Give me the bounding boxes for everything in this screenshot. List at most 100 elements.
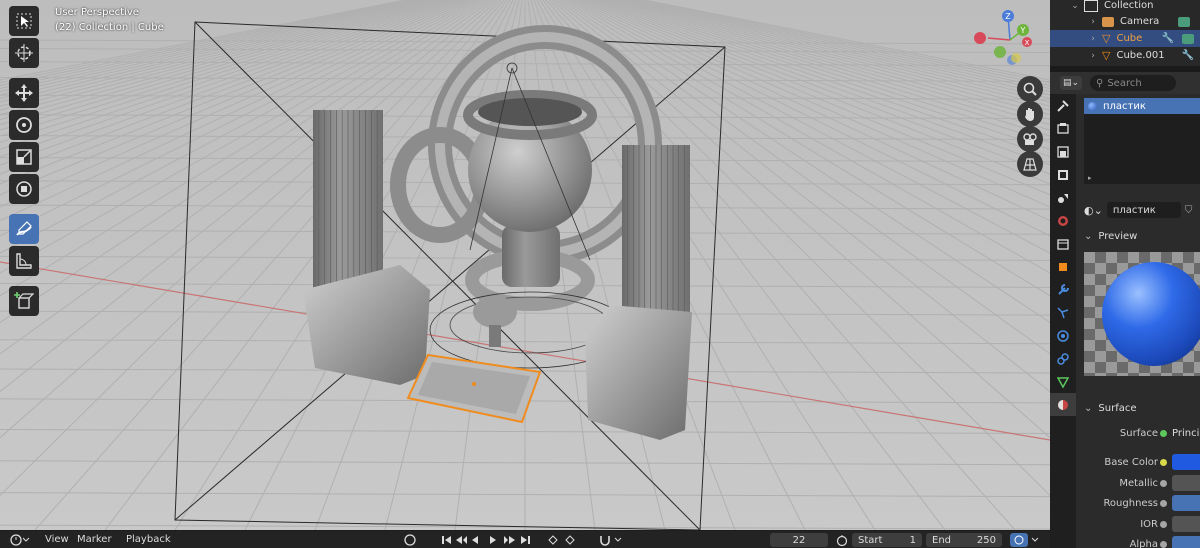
material-slot-label: пластик (1103, 100, 1146, 112)
cursor-tool[interactable] (9, 38, 39, 68)
rotate-icon (16, 117, 32, 133)
tab-material[interactable] (1050, 393, 1076, 416)
view-layer-icon (1010, 532, 1039, 547)
tab-collection[interactable] (1050, 232, 1076, 255)
measure-tool[interactable] (9, 246, 39, 276)
ior-field[interactable]: 1 (1172, 516, 1200, 532)
tab-view-layer[interactable] (1050, 163, 1076, 186)
surface-shader-row: Surface Princip (1078, 423, 1200, 443)
physics-icon (1057, 329, 1069, 342)
mesh-object-icon: ▽ (1102, 49, 1111, 62)
camera-object-icon (1102, 16, 1114, 27)
mesh-object-icon: ▽ (1102, 32, 1111, 45)
3d-viewport[interactable]: User Perspective (22) Collection | Cube … (0, 0, 1050, 530)
scale-icon (16, 149, 32, 165)
zoom-button[interactable] (1017, 76, 1043, 102)
scale-tool[interactable] (9, 142, 39, 172)
add-cube-tool[interactable] (9, 286, 39, 316)
current-frame-field[interactable]: 22 (770, 533, 828, 547)
fake-user-shield-icon[interactable]: ⛉ (1185, 205, 1193, 216)
rotate-tool[interactable] (9, 110, 39, 140)
constraints-icon (1057, 352, 1069, 365)
tab-scene[interactable] (1050, 186, 1076, 209)
keyframe-buttons[interactable] (546, 531, 580, 548)
tab-tool[interactable] (1050, 94, 1076, 117)
surface-panel-header[interactable]: ⌄ Surface (1078, 398, 1200, 418)
outliner-item-cube[interactable]: › ▽ Cube 🔧 (1050, 30, 1200, 47)
keyframe-icon (548, 534, 575, 545)
alpha-row: Alpha 1 (1078, 534, 1200, 548)
outliner-item-cube001[interactable]: › ▽ Cube.001 🔧 (1050, 47, 1200, 64)
cursor-icon (15, 44, 33, 62)
object-icon (1059, 262, 1067, 271)
base-color-swatch[interactable] (1172, 454, 1200, 470)
measure-icon (16, 253, 32, 269)
timeline-bar: View Marker Playback 22 Start 1 End 250 (0, 531, 1050, 548)
record-icon (404, 533, 416, 546)
preview-title: Preview (1098, 230, 1138, 242)
transform-tool[interactable] (9, 174, 39, 204)
editor-type-right[interactable] (1010, 531, 1040, 548)
surface-shader-value[interactable]: Princip (1172, 428, 1200, 439)
clock-icon (10, 533, 30, 546)
annotate-tool[interactable] (9, 214, 39, 244)
outliner-root-label: Collection (1104, 0, 1154, 11)
surface-title: Surface (1098, 402, 1137, 414)
tab-modifiers[interactable] (1050, 278, 1076, 301)
editor-type-dropdown[interactable]: ▤⌄ (1060, 76, 1082, 90)
camera-view-button[interactable] (1017, 126, 1043, 152)
keying-toggle[interactable] (403, 531, 417, 548)
metallic-field[interactable]: 0 (1172, 475, 1200, 491)
end-frame-field[interactable]: End 250 (926, 533, 1002, 547)
select-box-tool[interactable] (9, 6, 39, 36)
ior-label: IOR (1140, 518, 1158, 530)
gizmo-x-label: X (1025, 39, 1030, 47)
move-tool[interactable] (9, 78, 39, 108)
playback-controls[interactable] (442, 531, 538, 548)
tab-physics[interactable] (1050, 324, 1076, 347)
view-menu[interactable]: View (45, 531, 69, 548)
properties-header: ▤⌄ ⚲ Search (1050, 72, 1200, 94)
auto-keying-button[interactable] (598, 531, 624, 548)
mesh-data-icon (1056, 376, 1070, 389)
pan-button[interactable] (1017, 101, 1043, 127)
editor-type-button[interactable] (10, 531, 30, 548)
ortho-toggle-button[interactable] (1017, 151, 1043, 177)
start-frame-field[interactable]: Start 1 (852, 533, 922, 547)
roughness-field[interactable]: 0 (1172, 495, 1200, 511)
collection-icon (1084, 0, 1098, 12)
outliner-collection-row[interactable]: ⌄ Collection (1050, 0, 1200, 14)
tab-render[interactable] (1050, 117, 1076, 140)
outliner-item-camera[interactable]: › Camera (1050, 13, 1200, 30)
chevron-down-icon: ⌄ (1084, 230, 1093, 242)
properties-search[interactable]: ⚲ Search (1090, 75, 1176, 91)
material-slot[interactable]: пластик (1084, 98, 1200, 114)
material-name-field[interactable]: пластик (1106, 202, 1181, 218)
tab-particles[interactable] (1050, 301, 1076, 324)
render-icon (1057, 122, 1069, 134)
tab-constraints[interactable] (1050, 347, 1076, 370)
value-socket-icon (1160, 540, 1167, 548)
playback-menu[interactable]: Playback (126, 531, 171, 548)
alpha-field[interactable]: 1 (1172, 536, 1200, 548)
right-panel: ⌄ Collection › Camera › ▽ Cube 🔧 › ▽ Cub… (1050, 0, 1200, 548)
roughness-row: Roughness 0 (1078, 493, 1200, 513)
material-browse-icon[interactable]: ◐⌄ (1084, 204, 1103, 217)
marker-menu[interactable]: Marker (77, 531, 112, 548)
expand-list-icon[interactable]: ▸ (1088, 174, 1092, 182)
navigation-gizmo[interactable]: Z Y X (968, 8, 1040, 70)
grid-icon (1023, 158, 1037, 171)
tool-shelf (7, 6, 43, 318)
tab-output[interactable] (1050, 140, 1076, 163)
tab-object[interactable] (1050, 255, 1076, 278)
search-icon: ⚲ (1096, 77, 1104, 89)
tab-world[interactable] (1050, 209, 1076, 232)
tool-icon (1057, 99, 1069, 112)
zoom-icon (1023, 82, 1037, 96)
tab-data[interactable] (1050, 370, 1076, 393)
right-cube (585, 305, 692, 440)
preview-panel-header[interactable]: ⌄ Preview (1078, 226, 1200, 246)
monkey-object (473, 296, 517, 328)
particles-icon (1057, 306, 1069, 318)
outliner: ⌄ Collection › Camera › ▽ Cube 🔧 › ▽ Cub… (1050, 0, 1200, 66)
